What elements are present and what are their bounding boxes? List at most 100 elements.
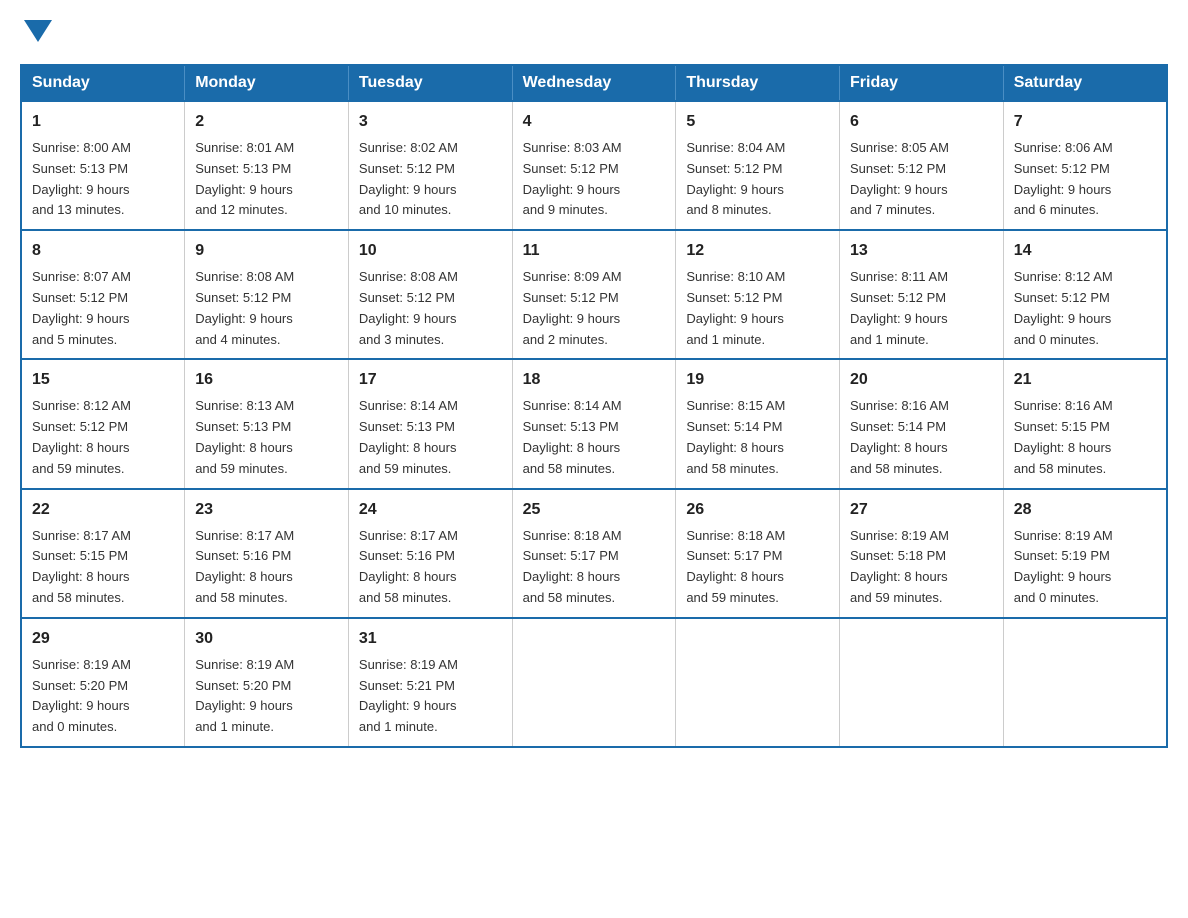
day-info: Sunrise: 8:00 AM Sunset: 5:13 PM Dayligh… [32, 138, 174, 221]
day-info: Sunrise: 8:19 AM Sunset: 5:21 PM Dayligh… [359, 655, 502, 738]
day-info: Sunrise: 8:08 AM Sunset: 5:12 PM Dayligh… [359, 267, 502, 350]
day-info: Sunrise: 8:17 AM Sunset: 5:16 PM Dayligh… [195, 526, 338, 609]
day-number: 18 [523, 368, 666, 392]
calendar-cell: 7 Sunrise: 8:06 AM Sunset: 5:12 PM Dayli… [1003, 101, 1167, 230]
day-number: 25 [523, 498, 666, 522]
calendar-cell: 16 Sunrise: 8:13 AM Sunset: 5:13 PM Dayl… [185, 359, 349, 488]
day-number: 22 [32, 498, 174, 522]
day-info: Sunrise: 8:19 AM Sunset: 5:18 PM Dayligh… [850, 526, 993, 609]
day-number: 7 [1014, 110, 1156, 134]
calendar-cell: 4 Sunrise: 8:03 AM Sunset: 5:12 PM Dayli… [512, 101, 676, 230]
calendar-cell: 20 Sunrise: 8:16 AM Sunset: 5:14 PM Dayl… [840, 359, 1004, 488]
calendar-cell: 6 Sunrise: 8:05 AM Sunset: 5:12 PM Dayli… [840, 101, 1004, 230]
column-header-tuesday: Tuesday [348, 65, 512, 101]
day-info: Sunrise: 8:12 AM Sunset: 5:12 PM Dayligh… [32, 396, 174, 479]
day-number: 30 [195, 627, 338, 651]
day-info: Sunrise: 8:10 AM Sunset: 5:12 PM Dayligh… [686, 267, 829, 350]
day-number: 29 [32, 627, 174, 651]
column-header-saturday: Saturday [1003, 65, 1167, 101]
day-number: 14 [1014, 239, 1156, 263]
day-number: 26 [686, 498, 829, 522]
day-info: Sunrise: 8:13 AM Sunset: 5:13 PM Dayligh… [195, 396, 338, 479]
day-info: Sunrise: 8:03 AM Sunset: 5:12 PM Dayligh… [523, 138, 666, 221]
day-number: 15 [32, 368, 174, 392]
day-number: 31 [359, 627, 502, 651]
calendar-week-row: 15 Sunrise: 8:12 AM Sunset: 5:12 PM Dayl… [21, 359, 1167, 488]
calendar-cell: 19 Sunrise: 8:15 AM Sunset: 5:14 PM Dayl… [676, 359, 840, 488]
day-number: 1 [32, 110, 174, 134]
calendar-cell: 14 Sunrise: 8:12 AM Sunset: 5:12 PM Dayl… [1003, 230, 1167, 359]
day-number: 17 [359, 368, 502, 392]
day-info: Sunrise: 8:17 AM Sunset: 5:16 PM Dayligh… [359, 526, 502, 609]
calendar-cell: 9 Sunrise: 8:08 AM Sunset: 5:12 PM Dayli… [185, 230, 349, 359]
calendar-cell [840, 618, 1004, 747]
calendar-cell: 28 Sunrise: 8:19 AM Sunset: 5:19 PM Dayl… [1003, 489, 1167, 618]
day-number: 11 [523, 239, 666, 263]
column-header-friday: Friday [840, 65, 1004, 101]
calendar-cell: 15 Sunrise: 8:12 AM Sunset: 5:12 PM Dayl… [21, 359, 185, 488]
day-info: Sunrise: 8:14 AM Sunset: 5:13 PM Dayligh… [523, 396, 666, 479]
logo [20, 20, 52, 44]
calendar-week-row: 8 Sunrise: 8:07 AM Sunset: 5:12 PM Dayli… [21, 230, 1167, 359]
day-info: Sunrise: 8:07 AM Sunset: 5:12 PM Dayligh… [32, 267, 174, 350]
calendar-cell: 26 Sunrise: 8:18 AM Sunset: 5:17 PM Dayl… [676, 489, 840, 618]
day-number: 13 [850, 239, 993, 263]
day-number: 12 [686, 239, 829, 263]
day-number: 27 [850, 498, 993, 522]
calendar-cell: 5 Sunrise: 8:04 AM Sunset: 5:12 PM Dayli… [676, 101, 840, 230]
day-info: Sunrise: 8:12 AM Sunset: 5:12 PM Dayligh… [1014, 267, 1156, 350]
calendar-cell: 10 Sunrise: 8:08 AM Sunset: 5:12 PM Dayl… [348, 230, 512, 359]
column-header-thursday: Thursday [676, 65, 840, 101]
day-number: 5 [686, 110, 829, 134]
day-info: Sunrise: 8:02 AM Sunset: 5:12 PM Dayligh… [359, 138, 502, 221]
day-info: Sunrise: 8:19 AM Sunset: 5:20 PM Dayligh… [195, 655, 338, 738]
day-info: Sunrise: 8:16 AM Sunset: 5:14 PM Dayligh… [850, 396, 993, 479]
column-header-sunday: Sunday [21, 65, 185, 101]
calendar-cell: 17 Sunrise: 8:14 AM Sunset: 5:13 PM Dayl… [348, 359, 512, 488]
calendar-week-row: 22 Sunrise: 8:17 AM Sunset: 5:15 PM Dayl… [21, 489, 1167, 618]
day-number: 19 [686, 368, 829, 392]
calendar-table: SundayMondayTuesdayWednesdayThursdayFrid… [20, 64, 1168, 748]
logo-triangle-icon [24, 20, 52, 42]
calendar-cell: 31 Sunrise: 8:19 AM Sunset: 5:21 PM Dayl… [348, 618, 512, 747]
day-info: Sunrise: 8:18 AM Sunset: 5:17 PM Dayligh… [686, 526, 829, 609]
calendar-cell: 23 Sunrise: 8:17 AM Sunset: 5:16 PM Dayl… [185, 489, 349, 618]
calendar-cell: 29 Sunrise: 8:19 AM Sunset: 5:20 PM Dayl… [21, 618, 185, 747]
day-info: Sunrise: 8:19 AM Sunset: 5:20 PM Dayligh… [32, 655, 174, 738]
calendar-cell: 1 Sunrise: 8:00 AM Sunset: 5:13 PM Dayli… [21, 101, 185, 230]
day-info: Sunrise: 8:04 AM Sunset: 5:12 PM Dayligh… [686, 138, 829, 221]
calendar-cell: 12 Sunrise: 8:10 AM Sunset: 5:12 PM Dayl… [676, 230, 840, 359]
calendar-cell: 21 Sunrise: 8:16 AM Sunset: 5:15 PM Dayl… [1003, 359, 1167, 488]
day-info: Sunrise: 8:01 AM Sunset: 5:13 PM Dayligh… [195, 138, 338, 221]
column-header-monday: Monday [185, 65, 349, 101]
column-header-wednesday: Wednesday [512, 65, 676, 101]
day-info: Sunrise: 8:18 AM Sunset: 5:17 PM Dayligh… [523, 526, 666, 609]
calendar-cell [1003, 618, 1167, 747]
calendar-cell: 11 Sunrise: 8:09 AM Sunset: 5:12 PM Dayl… [512, 230, 676, 359]
day-info: Sunrise: 8:11 AM Sunset: 5:12 PM Dayligh… [850, 267, 993, 350]
day-number: 3 [359, 110, 502, 134]
day-number: 28 [1014, 498, 1156, 522]
day-number: 20 [850, 368, 993, 392]
calendar-cell: 2 Sunrise: 8:01 AM Sunset: 5:13 PM Dayli… [185, 101, 349, 230]
day-number: 21 [1014, 368, 1156, 392]
calendar-cell: 3 Sunrise: 8:02 AM Sunset: 5:12 PM Dayli… [348, 101, 512, 230]
day-info: Sunrise: 8:17 AM Sunset: 5:15 PM Dayligh… [32, 526, 174, 609]
page-header [20, 20, 1168, 44]
day-number: 6 [850, 110, 993, 134]
day-number: 23 [195, 498, 338, 522]
calendar-cell: 27 Sunrise: 8:19 AM Sunset: 5:18 PM Dayl… [840, 489, 1004, 618]
calendar-header-row: SundayMondayTuesdayWednesdayThursdayFrid… [21, 65, 1167, 101]
calendar-cell: 22 Sunrise: 8:17 AM Sunset: 5:15 PM Dayl… [21, 489, 185, 618]
day-info: Sunrise: 8:06 AM Sunset: 5:12 PM Dayligh… [1014, 138, 1156, 221]
calendar-week-row: 1 Sunrise: 8:00 AM Sunset: 5:13 PM Dayli… [21, 101, 1167, 230]
day-number: 4 [523, 110, 666, 134]
day-info: Sunrise: 8:08 AM Sunset: 5:12 PM Dayligh… [195, 267, 338, 350]
day-number: 9 [195, 239, 338, 263]
calendar-cell: 13 Sunrise: 8:11 AM Sunset: 5:12 PM Dayl… [840, 230, 1004, 359]
calendar-cell: 24 Sunrise: 8:17 AM Sunset: 5:16 PM Dayl… [348, 489, 512, 618]
day-number: 24 [359, 498, 502, 522]
day-info: Sunrise: 8:16 AM Sunset: 5:15 PM Dayligh… [1014, 396, 1156, 479]
calendar-cell: 25 Sunrise: 8:18 AM Sunset: 5:17 PM Dayl… [512, 489, 676, 618]
day-info: Sunrise: 8:09 AM Sunset: 5:12 PM Dayligh… [523, 267, 666, 350]
